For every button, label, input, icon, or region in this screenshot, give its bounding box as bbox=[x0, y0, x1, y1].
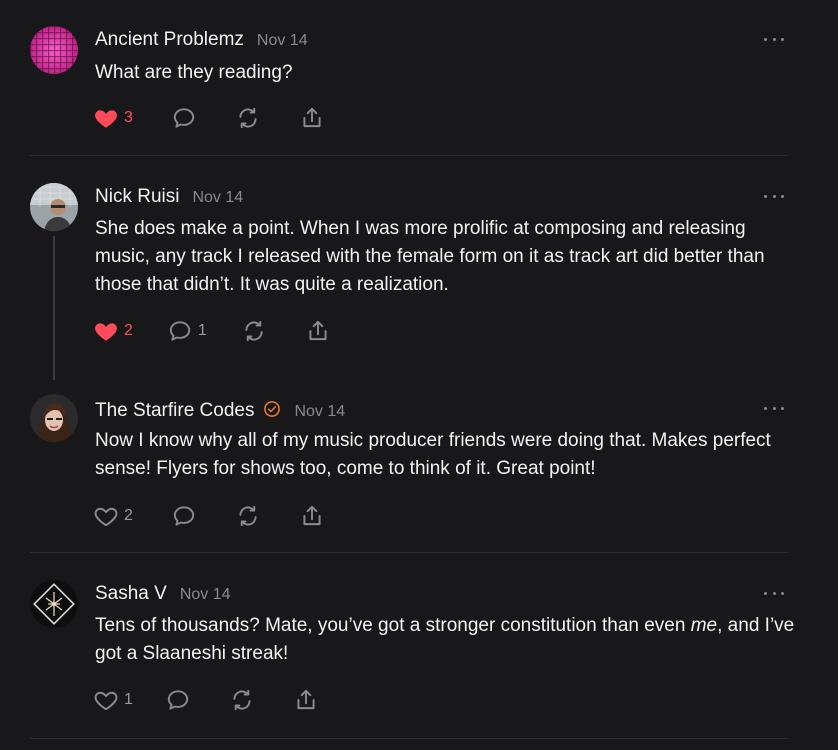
like-button[interactable]: 2 bbox=[93, 502, 133, 530]
verified-badge-icon bbox=[264, 401, 281, 417]
thread-line bbox=[53, 236, 55, 380]
like-button[interactable]: 2 bbox=[93, 317, 133, 345]
post-date[interactable]: Nov 14 bbox=[180, 586, 231, 604]
author-name[interactable]: The Starfire Codes bbox=[95, 400, 254, 422]
comment-text: Tens of thousands? Mate, you’ve got a st… bbox=[95, 612, 795, 668]
reply-button[interactable] bbox=[171, 104, 197, 132]
share-button[interactable] bbox=[299, 104, 325, 132]
like-button[interactable]: 3 bbox=[93, 104, 133, 132]
heart-icon bbox=[95, 110, 117, 128]
restack-button[interactable] bbox=[229, 686, 255, 714]
action-bar: 1 bbox=[93, 686, 357, 714]
like-count: 1 bbox=[124, 691, 133, 708]
avatar[interactable] bbox=[30, 580, 78, 628]
heart-icon bbox=[95, 323, 117, 341]
restack-button[interactable] bbox=[235, 502, 261, 530]
comment-text: Now I know why all of my music producer … bbox=[95, 430, 771, 479]
more-options-icon[interactable] bbox=[764, 33, 784, 45]
more-options-icon[interactable] bbox=[764, 587, 784, 599]
divider bbox=[30, 155, 788, 156]
divider bbox=[30, 738, 788, 739]
share-button[interactable] bbox=[305, 317, 331, 345]
heart-icon bbox=[94, 691, 118, 711]
comment-icon bbox=[169, 321, 191, 341]
restack-icon bbox=[239, 505, 257, 527]
like-count: 2 bbox=[124, 322, 133, 339]
share-icon bbox=[303, 505, 321, 526]
comment-icon bbox=[167, 690, 189, 710]
action-bar: 2 1 bbox=[93, 317, 369, 345]
heart-icon bbox=[94, 507, 118, 527]
share-icon bbox=[297, 689, 315, 710]
author-name[interactable]: Sasha V bbox=[95, 583, 167, 605]
divider bbox=[30, 552, 788, 553]
post-date[interactable]: Nov 14 bbox=[192, 189, 243, 207]
more-options-icon[interactable] bbox=[764, 190, 784, 202]
author-name[interactable]: Nick Ruisi bbox=[95, 186, 179, 208]
avatar[interactable] bbox=[30, 183, 78, 231]
post-date[interactable]: Nov 14 bbox=[294, 403, 345, 421]
like-count: 2 bbox=[124, 507, 133, 524]
restack-icon bbox=[245, 320, 263, 342]
avatar[interactable] bbox=[30, 394, 78, 442]
like-count: 3 bbox=[124, 109, 133, 126]
reply-count: 1 bbox=[197, 322, 207, 339]
share-button[interactable] bbox=[293, 686, 319, 714]
comment-icon bbox=[173, 506, 195, 526]
comment-text: What are they reading? bbox=[95, 62, 293, 83]
author-name[interactable]: Ancient Problemz bbox=[95, 29, 244, 51]
action-bar: 2 bbox=[93, 502, 363, 530]
comment-icon bbox=[173, 108, 195, 128]
restack-button[interactable] bbox=[241, 317, 267, 345]
restack-button[interactable] bbox=[235, 104, 261, 132]
share-icon bbox=[303, 107, 321, 128]
avatar[interactable] bbox=[30, 26, 78, 74]
action-bar: 3 bbox=[93, 104, 363, 132]
like-button[interactable]: 1 bbox=[93, 686, 133, 714]
restack-icon bbox=[239, 107, 257, 129]
reply-button[interactable] bbox=[165, 686, 191, 714]
restack-icon bbox=[233, 689, 251, 711]
comment-text-emphasis: me bbox=[690, 615, 718, 636]
more-options-icon[interactable] bbox=[764, 402, 784, 414]
post-date[interactable]: Nov 14 bbox=[257, 32, 308, 50]
comment-text-part: Tens of thousands? Mate, you’ve got a st… bbox=[95, 615, 691, 636]
share-icon bbox=[309, 320, 327, 341]
reply-button[interactable] bbox=[171, 502, 197, 530]
share-button[interactable] bbox=[299, 502, 325, 530]
comment-text: She does make a point. When I was more p… bbox=[95, 218, 765, 295]
comment-feed: Ancient Problemz Nov 14 What are they re… bbox=[0, 0, 838, 750]
reply-button[interactable]: 1 bbox=[167, 317, 207, 345]
